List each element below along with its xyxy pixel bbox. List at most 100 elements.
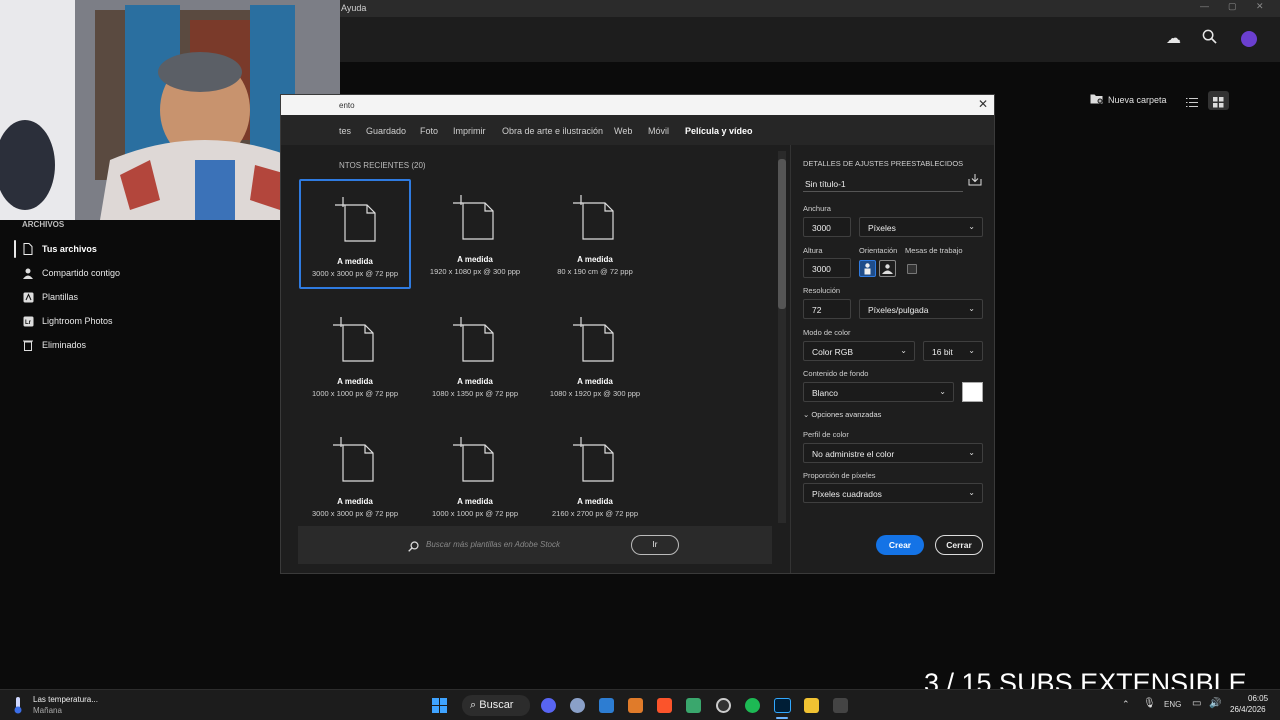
landscape-orientation-icon[interactable] [879,260,896,277]
resolution-input[interactable]: 72 [803,299,851,319]
preset-card[interactable]: A medida 1920 x 1080 px @ 300 ppp [419,179,531,289]
chevron-up-icon[interactable]: ⌃ [1122,699,1130,710]
search-icon: ⌕ [470,699,477,711]
preset-name: A medida [457,255,493,264]
artboards-label: Mesas de trabajo [905,246,963,255]
document-icon [335,197,379,245]
scrollbar-thumb[interactable] [778,159,786,309]
clock-date[interactable]: 26/4/2026 [1230,705,1266,714]
preset-card[interactable]: A medida 1080 x 1920 px @ 300 ppp [539,301,651,411]
close-button[interactable]: Cerrar [935,535,983,555]
dialog-title: ento [339,101,355,110]
preset-card[interactable]: A medida 2160 x 2700 px @ 72 ppp [539,421,651,531]
background-select[interactable]: Blanco ⌄ [803,382,954,402]
tab-photo[interactable]: Foto [420,126,438,136]
tab-print[interactable]: Imprimir [453,126,486,136]
doc-name-input[interactable]: Sin título-1 [805,179,846,189]
lightroom-icon: Lr [22,315,34,327]
windows-start-icon[interactable] [432,698,447,713]
minimize-icon[interactable]: — [1200,1,1209,11]
height-input[interactable]: 3000 [803,258,851,278]
template-icon [22,291,34,303]
recent-count: (20) [411,161,426,170]
sidebar-item-shared[interactable]: Compartido contigo [22,263,120,283]
sidebar-item-lightroom[interactable]: Lr Lightroom Photos [22,311,113,331]
preset-card[interactable]: A medida 80 x 190 cm @ 72 ppp [539,179,651,289]
scrollbar[interactable] [778,151,786,523]
app-icon[interactable] [686,698,701,713]
tab-mobile[interactable]: Móvil [648,126,669,136]
preset-card[interactable]: A medida 3000 x 3000 px @ 72 ppp [299,421,411,531]
pixel-aspect-select[interactable]: Píxeles cuadrados ⌄ [803,483,983,503]
spotify-icon[interactable] [745,698,760,713]
volume-icon[interactable]: 🔊 [1209,698,1221,709]
brave-icon[interactable] [657,698,672,713]
preset-card[interactable]: A medida 1080 x 1350 px @ 72 ppp [419,301,531,411]
preset-name: A medida [457,497,493,506]
file-explorer-icon[interactable] [804,698,819,713]
tab-saved[interactable]: Guardado [366,126,406,136]
preset-dimensions: 3000 x 3000 px @ 72 ppp [311,269,398,278]
sidebar-item-label: Eliminados [42,340,87,350]
create-button[interactable]: Crear [876,535,924,555]
tab-film-video[interactable]: Película y vídeo [685,126,753,136]
language-indicator[interactable]: ENG [1164,700,1181,709]
color-mode-select[interactable]: Color RGB ⌄ [803,341,915,361]
obs-icon[interactable] [716,698,731,713]
resolution-unit-select[interactable]: Píxeles/pulgada ⌄ [859,299,983,319]
weather-title[interactable]: Las temperatura... [33,695,98,704]
artboards-checkbox[interactable] [907,264,917,274]
sidebar-item-deleted[interactable]: Eliminados [22,335,86,355]
pixel-aspect-value: Píxeles cuadrados [812,489,882,499]
chevron-down-icon: ⌄ [900,346,907,355]
portrait-orientation-icon[interactable] [859,260,876,277]
width-unit-select[interactable]: Píxeles ⌄ [859,217,983,237]
grid-view-icon[interactable] [1208,91,1229,110]
settings-icon[interactable] [570,698,585,713]
close-icon[interactable]: ✕ [978,97,988,111]
preset-dimensions: 1080 x 1350 px @ 72 ppp [431,389,518,398]
discord-icon[interactable] [541,698,556,713]
save-preset-icon[interactable] [968,173,982,191]
advanced-options-toggle[interactable]: ⌄ Opciones avanzadas [803,410,881,419]
fl-studio-icon[interactable] [628,698,643,713]
chevron-down-icon: ⌄ [939,387,946,396]
width-input[interactable]: 3000 [803,217,851,237]
background-color-swatch[interactable] [962,382,983,402]
taskbar-search[interactable]: ⌕ Buscar [462,695,530,716]
list-view-icon[interactable] [1186,95,1198,113]
go-button[interactable]: Ir [631,535,679,555]
thermometer-icon[interactable] [12,696,24,714]
preset-card[interactable]: A medida 1000 x 1000 px @ 72 ppp [419,421,531,531]
microphone-icon[interactable]: 🎙 [1143,698,1156,709]
tab-recent[interactable]: tes [339,126,351,136]
close-window-icon[interactable]: ✕ [1256,1,1264,12]
preset-card[interactable]: A medida 3000 x 3000 px @ 72 ppp [299,179,411,289]
background-value: Blanco [812,388,838,398]
cloud-icon[interactable]: ☁ [1166,29,1181,47]
maximize-icon[interactable]: ▢ [1228,1,1237,12]
menu-help[interactable]: Ayuda [341,3,366,13]
sidebar: ARCHIVOS Tus archivos Compartido contigo… [0,220,280,360]
bit-depth-select[interactable]: 16 bit ⌄ [923,341,983,361]
app-icon-erc[interactable] [833,698,848,713]
folder-plus-icon [1090,93,1103,106]
stock-search-input[interactable]: Buscar más plantillas en Adobe Stock [426,540,560,549]
new-folder-button[interactable]: Nueva carpeta [1090,93,1167,106]
height-label: Altura [803,246,823,255]
search-icon[interactable] [1202,29,1217,48]
preset-dimensions: 1920 x 1080 px @ 300 ppp [429,267,521,276]
clock-time[interactable]: 06:05 [1248,694,1268,703]
tab-web[interactable]: Web [614,126,632,136]
color-profile-select[interactable]: No administre el color ⌄ [803,443,983,463]
preset-card[interactable]: A medida 1000 x 1000 px @ 72 ppp [299,301,411,411]
color-mode-label: Modo de color [803,328,851,337]
taskbar: Las temperatura... Mañana ⌕ Buscar ⌃ 🎙 E… [0,689,1280,720]
sidebar-item-your-files[interactable]: Tus archivos [22,239,97,259]
network-icon[interactable]: ▭ [1192,698,1201,709]
photoshop-icon[interactable] [774,698,791,713]
sidebar-item-templates[interactable]: Plantillas [22,287,78,307]
store-icon[interactable] [599,698,614,713]
avatar[interactable] [1241,31,1257,47]
tab-art-illustration[interactable]: Obra de arte e ilustración [502,126,603,136]
